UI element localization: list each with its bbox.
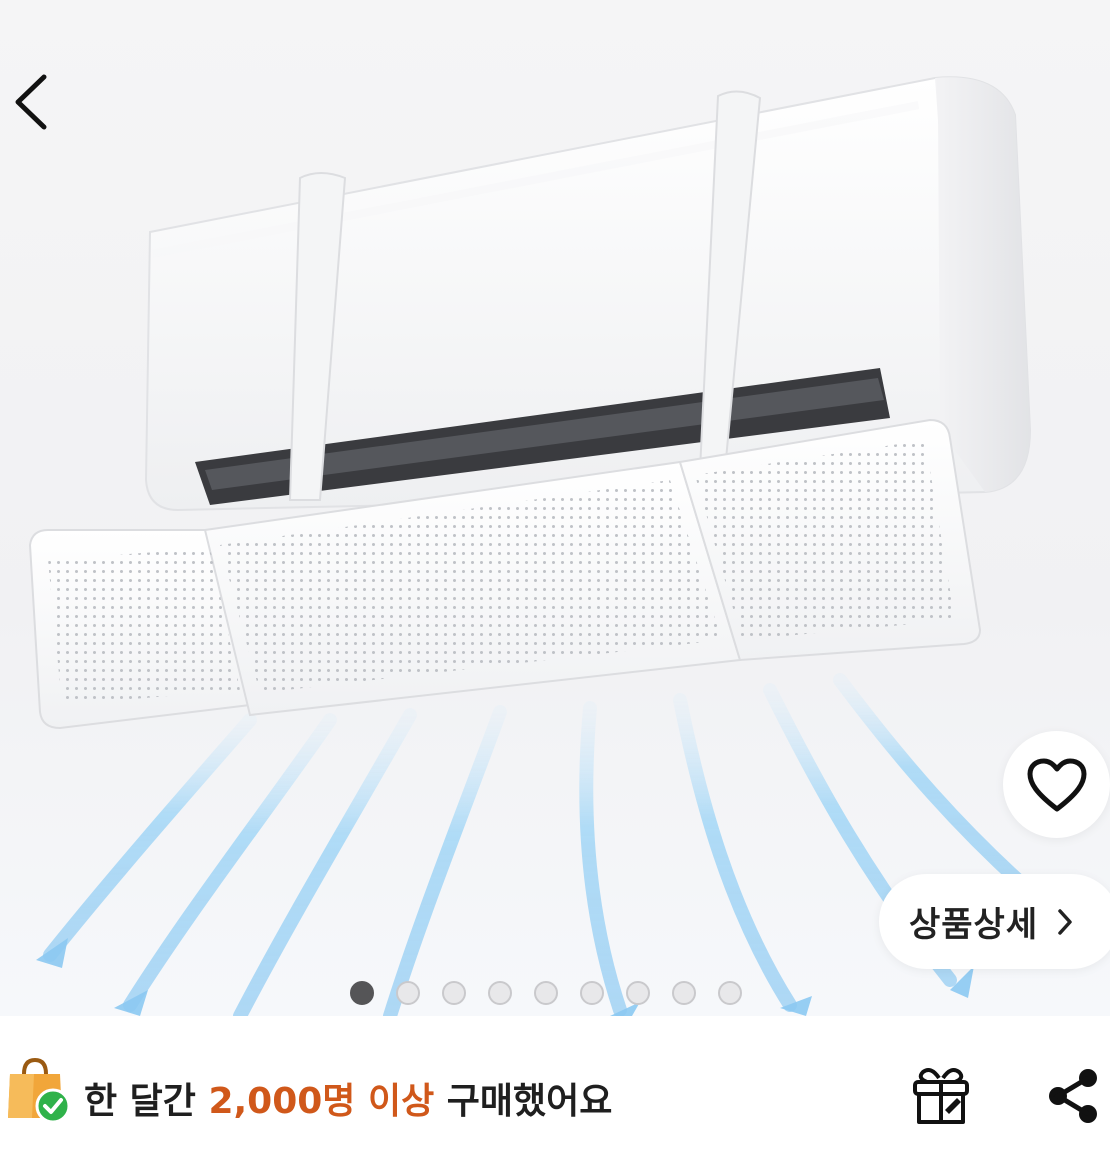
chevron-right-icon: [1056, 907, 1074, 937]
product-detail-button[interactable]: 상품상세: [879, 874, 1110, 969]
product-detail-label: 상품상세: [909, 905, 1039, 945]
favorite-button[interactable]: [1003, 731, 1110, 838]
carousel-indicator: [350, 981, 742, 1005]
product-image: [28, 76, 1047, 1016]
purchase-count-text: 한 달간 2,000명 이상 구매했어요: [84, 1072, 612, 1124]
carousel-dot[interactable]: [534, 981, 558, 1005]
purchase-suffix: 구매했어요: [434, 1081, 613, 1122]
carousel-dot[interactable]: [626, 981, 650, 1005]
carousel-dot[interactable]: [580, 981, 604, 1005]
carousel-dot[interactable]: [672, 981, 696, 1005]
purchase-count-highlight: 2,000명 이상: [208, 1081, 435, 1122]
purchase-prefix: 한 달간: [84, 1081, 209, 1122]
carousel-dot[interactable]: [488, 981, 512, 1005]
carousel-dot[interactable]: [442, 981, 466, 1005]
product-image-carousel[interactable]: 상품상세: [0, 0, 1110, 1016]
gift-icon[interactable]: [909, 1064, 973, 1128]
shopping-bag-check-icon: [8, 1057, 71, 1124]
heart-outline-icon: [1027, 758, 1086, 811]
carousel-dot[interactable]: [718, 981, 742, 1005]
carousel-dot[interactable]: [350, 981, 374, 1005]
back-button[interactable]: [0, 66, 60, 136]
carousel-dot[interactable]: [396, 981, 420, 1005]
chevron-left-icon: [15, 74, 47, 130]
share-icon[interactable]: [1044, 1066, 1102, 1126]
